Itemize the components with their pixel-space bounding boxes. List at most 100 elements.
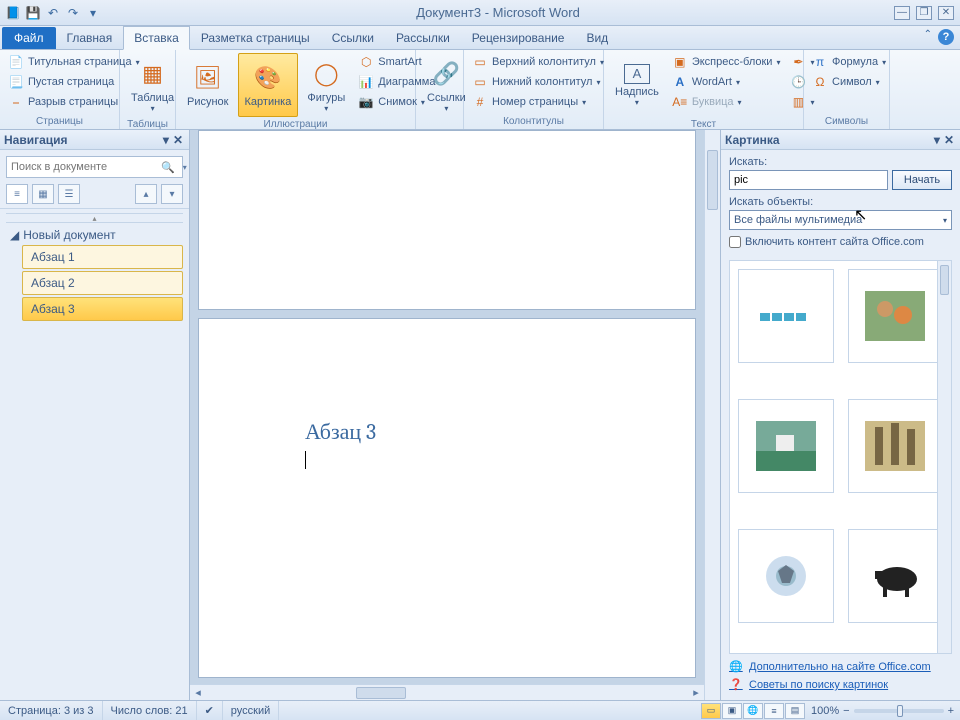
horizontal-scrollbar[interactable]: ◂ ▸ (190, 684, 704, 700)
page-number-button[interactable]: #Номер страницы▾ (468, 93, 608, 111)
group-symbols-label: Символы (808, 114, 885, 129)
wordart-button[interactable]: AWordArt▾ (668, 73, 785, 91)
clip-objects-select[interactable]: Все файлы мультимедиа ▾ (729, 210, 952, 230)
hscroll-thumb[interactable] (356, 687, 406, 699)
qat-dropdown-icon[interactable]: ▾ (84, 4, 102, 22)
view-outline[interactable]: ≡ (764, 703, 784, 719)
view-fullscreen[interactable]: ▣ (722, 703, 742, 719)
zoom-slider[interactable] (854, 709, 944, 713)
zoom-out-icon[interactable]: − (843, 705, 849, 717)
textbox-button[interactable]: AНадпись▾ (608, 53, 666, 117)
clip-result-3[interactable] (738, 399, 834, 493)
clip-close-icon[interactable]: ✕ (942, 133, 956, 147)
clip-result-5[interactable] (738, 529, 834, 623)
status-proof[interactable]: ✔ (197, 701, 223, 720)
page-3[interactable]: Абзац 3 (198, 318, 696, 678)
dropcap-button[interactable]: A≡Буквица▾ (668, 93, 785, 111)
status-page[interactable]: Страница: 3 из 3 (0, 701, 103, 720)
equation-button[interactable]: πФормула▾ (808, 53, 890, 71)
clip-include-office-label: Включить контент сайта Office.com (745, 236, 924, 248)
clipart-button[interactable]: 🎨Картинка (238, 53, 299, 117)
page-2[interactable] (198, 130, 696, 310)
minimize-button[interactable]: — (894, 6, 910, 20)
search-icon[interactable]: 🔍 (157, 161, 179, 174)
nav-item-3[interactable]: Абзац 3 (22, 297, 183, 321)
nav-next-icon[interactable]: ▾ (161, 184, 183, 204)
nav-tab-results[interactable]: ☰ (58, 184, 80, 204)
scroll-left-icon[interactable]: ◂ (190, 686, 206, 699)
clip-result-4[interactable] (848, 399, 944, 493)
close-button[interactable]: ✕ (938, 6, 954, 20)
nav-item-1[interactable]: Абзац 1 (22, 245, 183, 269)
header-button[interactable]: ▭Верхний колонтитул▾ (468, 53, 608, 71)
zoom-level[interactable]: 100% (811, 705, 839, 717)
save-icon[interactable]: 💾 (24, 4, 42, 22)
navigation-pane: Навигация ▾ ✕ 🔍 ▾ ≡ ▦ ☰ ▴ ▾ ▴ ◢Новый док… (0, 130, 190, 700)
help-icon[interactable]: ? (938, 29, 954, 45)
chevron-down-icon: ▾ (943, 216, 947, 225)
wordart-icon: A (672, 74, 688, 90)
picture-button[interactable]: 🖼Рисунок (180, 53, 236, 117)
proof-icon: ✔ (205, 704, 214, 717)
tab-file[interactable]: Файл (2, 27, 56, 49)
document-viewport[interactable]: Абзац 3 ◂ ▸ (190, 130, 704, 700)
tab-home[interactable]: Главная (56, 26, 124, 49)
tab-mailings[interactable]: Рассылки (385, 26, 461, 49)
clip-result-6[interactable] (848, 529, 944, 623)
tab-insert[interactable]: Вставка (123, 26, 190, 50)
clip-result-2[interactable] (848, 269, 944, 363)
tab-references[interactable]: Ссылки (321, 26, 385, 49)
undo-icon[interactable]: ↶ (44, 4, 62, 22)
clip-search-input[interactable] (729, 170, 888, 190)
group-headerfooter-label: Колонтитулы (468, 114, 599, 129)
tab-review[interactable]: Рецензирование (461, 26, 576, 49)
collapse-ribbon-icon[interactable]: ⌃ (924, 29, 932, 45)
shapes-button[interactable]: ◯Фигуры▾ (300, 53, 352, 117)
tab-view[interactable]: Вид (575, 26, 619, 49)
tab-layout[interactable]: Разметка страницы (190, 26, 321, 49)
vscroll-thumb[interactable] (707, 150, 718, 210)
quickparts-button[interactable]: ▣Экспресс-блоки▾ (668, 53, 785, 71)
scroll-right-icon[interactable]: ▸ (688, 686, 704, 699)
nav-jump-top[interactable]: ▴ (6, 213, 183, 223)
nav-search[interactable]: 🔍 ▾ (6, 156, 183, 178)
restore-button[interactable]: ❐ (916, 6, 932, 20)
symbol-button[interactable]: ΩСимвол▾ (808, 73, 890, 91)
nav-prev-icon[interactable]: ▴ (135, 184, 157, 204)
view-web[interactable]: 🌐 (743, 703, 763, 719)
nav-root[interactable]: ◢Новый документ (6, 225, 183, 245)
nav-tab-headings[interactable]: ≡ (6, 184, 28, 204)
footer-button[interactable]: ▭Нижний колонтитул▾ (468, 73, 608, 91)
search-dropdown-icon[interactable]: ▾ (179, 163, 191, 172)
nav-dropdown-icon[interactable]: ▾ (161, 133, 171, 147)
clip-dropdown-icon[interactable]: ▾ (932, 133, 942, 147)
table-icon: ▦ (137, 58, 169, 90)
nav-close-icon[interactable]: ✕ (171, 133, 185, 147)
zoom-handle[interactable] (897, 705, 903, 717)
nav-tab-pages[interactable]: ▦ (32, 184, 54, 204)
clip-result-1[interactable] (738, 269, 834, 363)
table-button[interactable]: ▦Таблица▾ (124, 53, 181, 117)
clip-results (729, 260, 952, 654)
clip-go-button[interactable]: Начать (892, 170, 952, 190)
pagenum-icon: # (472, 94, 488, 110)
clip-link-tips[interactable]: ❓Советы по поиску картинок (729, 676, 952, 694)
clip-scroll-thumb[interactable] (940, 265, 949, 295)
redo-icon[interactable]: ↷ (64, 4, 82, 22)
view-print-layout[interactable]: ▭ (701, 703, 721, 719)
vertical-scrollbar[interactable] (704, 130, 720, 700)
nav-search-input[interactable] (7, 161, 157, 173)
clip-include-office-checkbox[interactable] (729, 236, 741, 248)
nav-header: Навигация ▾ ✕ (0, 130, 189, 150)
shapes-icon: ◯ (310, 58, 342, 90)
nav-item-2[interactable]: Абзац 2 (22, 271, 183, 295)
zoom-in-icon[interactable]: + (948, 705, 954, 717)
view-draft[interactable]: ▤ (785, 703, 805, 719)
status-language[interactable]: русский (223, 701, 279, 720)
status-words[interactable]: Число слов: 21 (103, 701, 197, 720)
clip-link-office[interactable]: 🌐Дополнительно на сайте Office.com (729, 658, 952, 676)
status-bar: Страница: 3 из 3 Число слов: 21 ✔ русски… (0, 700, 960, 720)
page-break-icon: ⎯ (8, 94, 24, 110)
word-icon: 📘 (4, 4, 22, 22)
clip-results-scrollbar[interactable] (937, 261, 951, 653)
